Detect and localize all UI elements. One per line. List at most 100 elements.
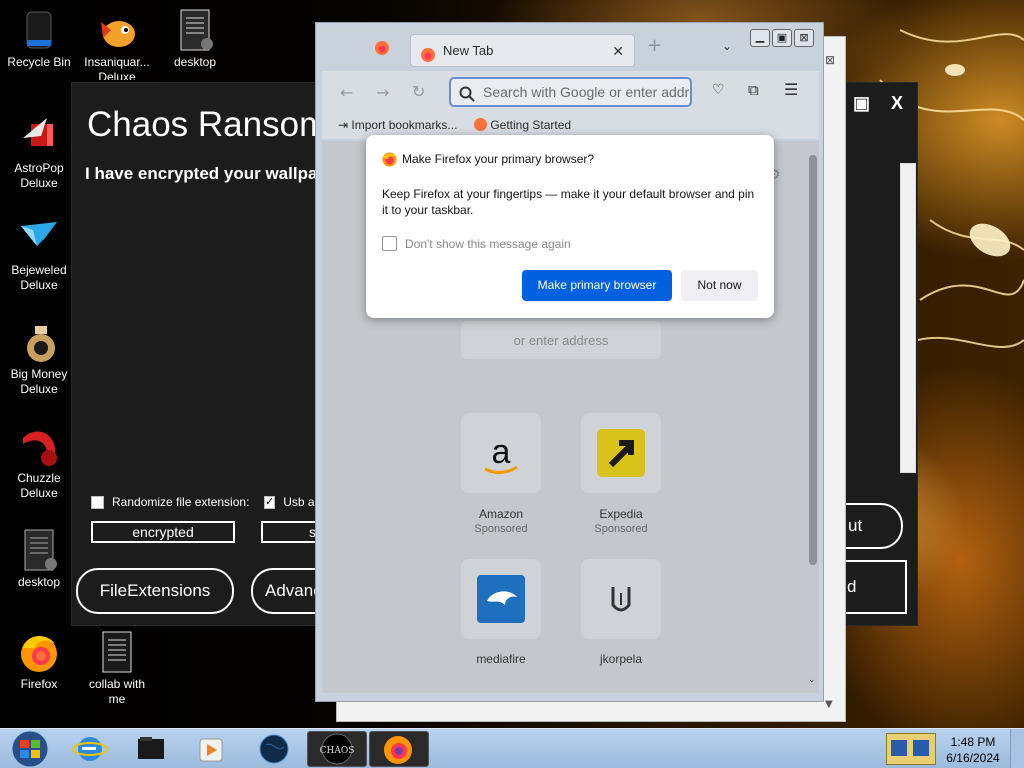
import-bookmarks-link[interactable]: ⇥ Import bookmarks... (338, 118, 457, 132)
shortcut-jkorpela[interactable] (581, 559, 661, 639)
firefox-icon (17, 630, 61, 674)
chevron-down-icon[interactable]: ▼ (825, 699, 833, 710)
recycle-bin-icon (17, 8, 61, 52)
taskbar-folder[interactable] (122, 731, 182, 767)
search-hint[interactable]: or enter address (461, 321, 661, 359)
desktop-icon-label: desktop (173, 55, 217, 69)
desktop-icon-label: collab with me (88, 677, 146, 706)
randomize-extension-option[interactable]: Randomize file extension: (91, 495, 249, 509)
big-money-icon (17, 320, 61, 364)
firefox-icon (382, 152, 397, 172)
shortcut-mediafire[interactable] (461, 559, 541, 639)
maximize-button[interactable]: ▣ (853, 93, 870, 114)
desktop-icon-label: Insaniquar... Deluxe (84, 55, 150, 80)
reload-icon[interactable]: ↻ (412, 82, 425, 101)
dialog-body: Keep Firefox at your fingertips — make i… (382, 187, 755, 217)
right-bottom-button[interactable]: d (840, 560, 907, 614)
taskbar-ie[interactable] (62, 731, 122, 767)
taskbar-firefox[interactable] (369, 731, 429, 767)
menu-icon[interactable]: ☰ (784, 80, 798, 99)
insaniquarium-icon (95, 8, 139, 52)
scrollbar[interactable] (900, 163, 916, 473)
extensions-icon[interactable]: ⧉ (748, 81, 759, 99)
make-primary-button[interactable]: Make primary browser (522, 270, 672, 301)
dont-show-option[interactable]: Don't show this message again (382, 236, 571, 251)
getting-started-link[interactable]: Getting Started (474, 118, 571, 132)
shortcut-sponsored: Sponsored (594, 523, 648, 535)
right-top-button[interactable]: ut (840, 503, 903, 549)
desktop-icon-firefox[interactable]: Firefox (0, 630, 78, 692)
desktop-icon-desktop[interactable]: desktop (156, 8, 234, 70)
taskbar-chaos[interactable]: CHAOS (307, 731, 367, 767)
desktop-icon-chuzzle[interactable]: Chuzzle Deluxe (0, 424, 78, 501)
desktop-icon-label: Firefox (20, 677, 58, 691)
firefox-icon (474, 118, 487, 131)
second-field[interactable]: s (261, 521, 317, 543)
astropop-icon (17, 114, 61, 158)
close-icon[interactable]: ⊠ (825, 53, 835, 67)
media-player-icon (199, 738, 223, 762)
default-browser-dialog: Make Firefox your primary browser? Keep … (366, 135, 774, 318)
dont-show-checkbox[interactable] (382, 236, 397, 251)
desktop-icon-label: desktop (17, 575, 61, 589)
shortcut-label: Amazon (478, 507, 524, 521)
expedia-icon (597, 429, 645, 477)
new-tab-icon[interactable]: + (647, 35, 662, 56)
scroll-down-icon[interactable]: ⌄ (808, 675, 816, 685)
close-button[interactable]: X (891, 93, 903, 114)
taskbar-globe[interactable] (244, 731, 304, 767)
file-extensions-button[interactable]: FileExtensions (76, 568, 234, 614)
advanced-button[interactable]: Advanc (251, 568, 321, 614)
desktop-icon-desktop-2[interactable]: desktop (0, 528, 78, 590)
shortcut-expedia[interactable] (581, 413, 661, 493)
firefox-icon[interactable] (374, 40, 390, 60)
chuzzle-icon (17, 424, 61, 468)
forward-icon[interactable]: → (376, 83, 389, 102)
mediafire-icon (477, 575, 525, 623)
chaos-label: CHAOS (320, 746, 355, 756)
tray-app-icon (891, 740, 929, 756)
back-icon[interactable]: ← (340, 83, 353, 102)
window-controls: ▁ ▣ ⊠ (750, 29, 818, 49)
tab-new-tab[interactable]: New Tab ✕ (410, 34, 635, 67)
not-now-button[interactable]: Not now (681, 270, 758, 301)
svg-text:a: a (492, 433, 511, 471)
shortcut-label: Expedia (599, 507, 643, 521)
firefox-icon (384, 736, 412, 764)
close-tab-icon[interactable]: ✕ (612, 35, 624, 67)
tab-title: New Tab (443, 43, 494, 58)
taskbar-media-player[interactable] (182, 731, 242, 767)
document-icon (17, 528, 61, 572)
desktop-icon-big-money[interactable]: Big Money Deluxe (0, 320, 78, 397)
dialog-title: Make Firefox your primary browser? (402, 152, 595, 166)
minimize-icon[interactable]: ▁ (750, 29, 770, 47)
desktop-icon-label: Bejeweled Deluxe (11, 263, 67, 292)
shortcut-label: mediafire (476, 652, 526, 666)
start-button[interactable] (6, 729, 54, 768)
scrollbar-thumb[interactable] (809, 155, 817, 565)
shortcut-amazon[interactable]: a (461, 413, 541, 493)
desktop-icon-collab[interactable]: collab with me (78, 630, 156, 707)
usb-option[interactable]: ✓ Usb ar (264, 495, 316, 509)
randomize-checkbox[interactable] (91, 495, 104, 509)
usb-checkbox[interactable]: ✓ (264, 495, 276, 509)
extension-field[interactable]: encrypted (91, 521, 235, 543)
shortcut-label: jkorpela (599, 652, 643, 666)
maximize-icon[interactable]: ▣ (772, 29, 792, 47)
windows-logo-icon (11, 730, 49, 768)
desktop-icon-bejeweled[interactable]: Bejeweled Deluxe (0, 216, 78, 293)
close-icon[interactable]: ⊠ (794, 29, 814, 47)
desktop-icon-insaniquarium[interactable]: Insaniquar... Deluxe (78, 8, 156, 80)
pocket-icon[interactable]: ♡ (712, 82, 725, 98)
folder-icon (138, 737, 164, 759)
desktop-icon-recycle-bin[interactable]: Recycle Bin (0, 8, 78, 70)
scrollbar[interactable]: ⌄ (807, 141, 819, 693)
ransom-title: Chaos Ransom (87, 105, 329, 144)
show-desktop-button[interactable] (1010, 729, 1024, 768)
chevron-down-icon[interactable]: ⌄ (722, 39, 732, 53)
clock[interactable]: 1:48 PM 6/16/2024 (940, 734, 1006, 766)
desktop-icon-astropop[interactable]: AstroPop Deluxe (0, 114, 78, 191)
system-tray-app[interactable] (886, 733, 936, 765)
usb-label: Usb ar (283, 495, 316, 509)
url-bar[interactable]: Search with Google or enter address (449, 77, 692, 107)
